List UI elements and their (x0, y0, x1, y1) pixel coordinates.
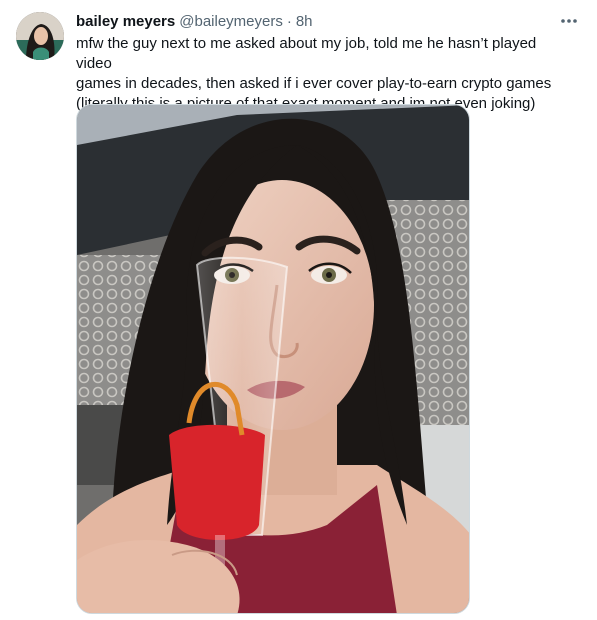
tweet-text-line: mfw the guy next to me asked about my jo… (76, 35, 537, 72)
author-display-name[interactable]: bailey meyers (76, 12, 175, 32)
author-handle[interactable]: @baileymeyers (179, 12, 283, 32)
header-separator: · (286, 13, 292, 30)
tweet-header: bailey meyers @baileymeyers · 8h (76, 12, 581, 32)
more-options-icon (561, 19, 577, 23)
tweet-card[interactable]: bailey meyers @baileymeyers · 8h mfw the… (0, 0, 597, 620)
tweet-text: mfw the guy next to me asked about my jo… (76, 34, 576, 114)
author-avatar[interactable] (16, 12, 64, 60)
tweet-timestamp[interactable]: 8h (296, 12, 313, 32)
tweet-text-line: games in decades, then asked if i ever c… (76, 75, 552, 92)
more-options-button[interactable] (557, 10, 581, 32)
avatar-photo-icon (16, 12, 64, 60)
tweet-media-photo[interactable] (76, 104, 470, 614)
selfie-photo-icon (77, 105, 469, 613)
